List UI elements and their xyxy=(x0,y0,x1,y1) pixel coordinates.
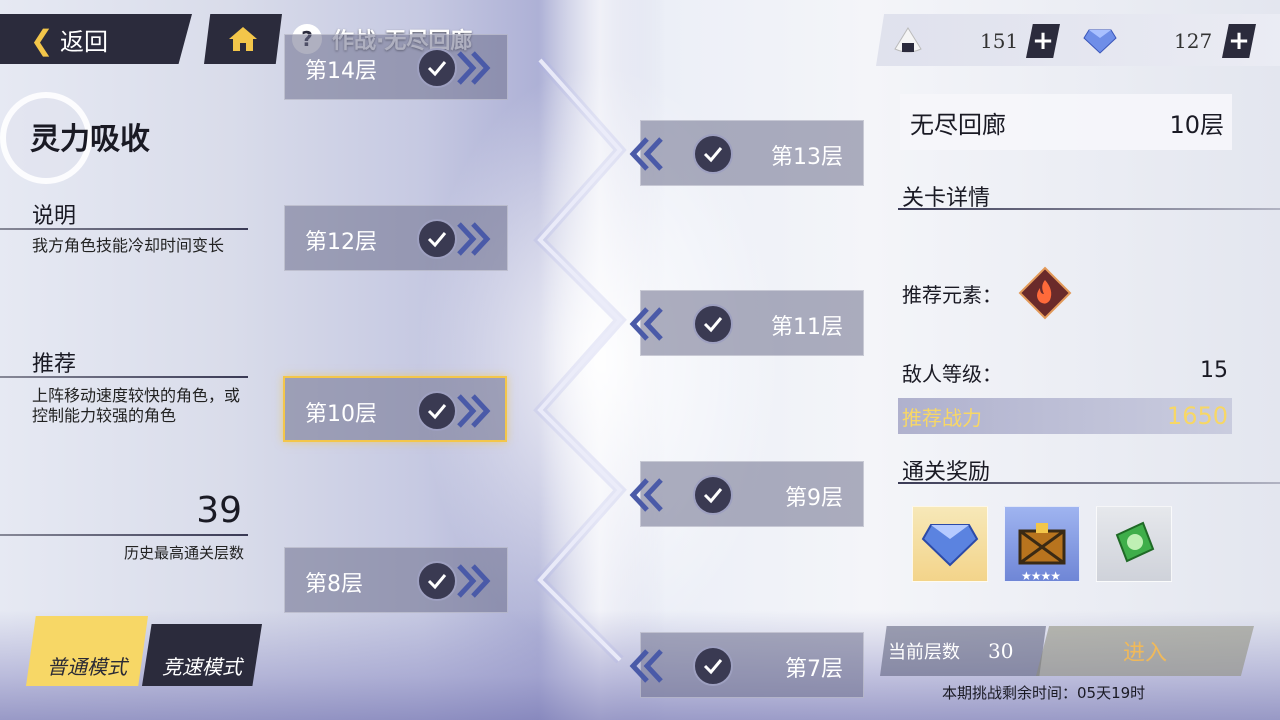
check-icon xyxy=(417,561,457,601)
enemy-level-label: 敌人等级： xyxy=(902,362,1002,386)
floor-label: 第13层 xyxy=(771,145,843,170)
treasure-chest-icon xyxy=(1018,523,1066,565)
add-rice-ball-button[interactable]: + xyxy=(1026,24,1060,58)
back-label: 返回 xyxy=(60,27,108,56)
normal-mode-tab[interactable]: 普通模式 xyxy=(26,616,148,686)
floor-label: 第11层 xyxy=(771,315,843,340)
check-icon xyxy=(693,304,733,344)
double-chevron-left-icon xyxy=(629,307,663,341)
double-chevron-left-icon xyxy=(629,649,663,683)
check-icon xyxy=(417,391,457,431)
enemy-level-value: 15 xyxy=(1200,358,1228,383)
current-floor-box: 当前层数 30 xyxy=(880,626,1046,676)
stage-level-box: 无尽回廊 10层 xyxy=(900,94,1232,150)
normal-mode-label: 普通模式 xyxy=(47,655,127,679)
home-icon xyxy=(229,27,257,51)
reward-item[interactable]: ★★★★ xyxy=(1004,506,1080,583)
double-chevron-right-icon xyxy=(457,51,491,85)
double-chevron-left-icon xyxy=(629,478,663,512)
stage-level: 10层 xyxy=(1169,110,1224,139)
enter-label: 进入 xyxy=(1122,641,1167,666)
resource-rice-ball xyxy=(890,22,926,58)
floor-label: 第12层 xyxy=(305,230,377,255)
check-icon xyxy=(417,219,457,259)
floor-node[interactable]: 第12层 xyxy=(284,205,508,271)
current-floor-label: 当前层数 xyxy=(888,642,960,663)
recommend-heading: 推荐 xyxy=(32,352,77,377)
floor-label: 第10层 xyxy=(305,402,377,427)
current-floor-value: 30 xyxy=(988,639,1014,663)
floor-path-connector xyxy=(533,56,627,664)
element-label: 推荐元素： xyxy=(902,282,1002,307)
floor-node[interactable]: 第11层 xyxy=(629,290,864,356)
recommended-element-row: 推荐元素： xyxy=(902,266,1228,320)
resource-bar: 151 + 127 + xyxy=(876,14,1280,66)
double-chevron-right-icon xyxy=(457,222,491,256)
enter-button[interactable]: 进入 xyxy=(1036,626,1254,676)
double-chevron-left-icon xyxy=(629,137,663,171)
add-crystal-button[interactable]: + xyxy=(1222,24,1256,58)
divider xyxy=(0,376,248,378)
resource-crystal xyxy=(1082,22,1118,58)
back-button[interactable]: ❮ 返回 xyxy=(0,14,192,64)
reward-item[interactable] xyxy=(912,506,988,582)
floor-node[interactable]: 第9层 xyxy=(629,461,864,527)
floor-node[interactable]: 第14层 xyxy=(284,34,508,100)
best-floor-label: 历史最高通关层数 xyxy=(123,544,244,562)
buff-info-panel: 灵力吸收 说明 我方角色技能冷却时间变长 推荐 上阵移动速度较快的角色，或控制能… xyxy=(0,70,270,590)
enter-bar: 当前层数 30 进入 xyxy=(880,626,1254,676)
reward-item[interactable] xyxy=(1096,506,1172,582)
divider xyxy=(0,534,248,536)
recommended-power-row: 推荐战力 1650 xyxy=(898,398,1232,434)
recommend-text: 上阵移动速度较快的角色，或控制能力较强的角色 xyxy=(32,386,241,425)
check-icon xyxy=(693,646,733,686)
double-chevron-right-icon xyxy=(457,394,491,428)
exp-book-icon xyxy=(1115,521,1155,563)
floor-label: 第7层 xyxy=(785,657,843,682)
chevron-left-icon: ❮ xyxy=(30,24,54,57)
speed-mode-tab[interactable]: 竞速模式 xyxy=(142,624,262,686)
double-chevron-right-icon xyxy=(457,564,491,598)
floor-node-selected[interactable]: 第10层 xyxy=(283,376,507,442)
speed-mode-label: 竞速模式 xyxy=(162,655,242,679)
floor-node[interactable]: 第7层 xyxy=(629,632,864,698)
power-label: 推荐战力 xyxy=(902,405,982,430)
description-text: 我方角色技能冷却时间变长 xyxy=(32,236,225,255)
floor-label: 第9层 xyxy=(785,486,843,511)
home-button[interactable] xyxy=(204,14,282,64)
best-floor-value: 39 xyxy=(196,490,242,531)
crystal-count: 127 xyxy=(1174,29,1213,53)
power-value: 1650 xyxy=(1166,402,1228,430)
check-icon xyxy=(693,475,733,515)
stage-detail-panel: 无尽回廊 10层 关卡详情 推荐元素： 敌人等级： 15 推荐战力 1650 通… xyxy=(880,90,1280,720)
floor-label: 第8层 xyxy=(305,572,363,597)
crystal-icon xyxy=(1082,22,1118,58)
buff-title: 灵力吸收 xyxy=(30,122,150,157)
divider xyxy=(0,228,248,230)
floor-node[interactable]: 第13层 xyxy=(629,120,864,186)
reward-stars: ★★★★ xyxy=(1021,569,1061,583)
dungeon-name: 无尽回廊 xyxy=(910,110,1006,139)
divider xyxy=(898,208,1280,210)
divider xyxy=(898,482,1280,484)
enemy-level-row: 敌人等级： 15 xyxy=(902,358,1228,387)
description-heading: 说明 xyxy=(32,204,77,229)
check-icon xyxy=(693,134,733,174)
remaining-time: 本期挑战剩余时间：05天19时 xyxy=(942,684,1146,702)
crystal-reward-icon xyxy=(921,524,979,567)
floor-label: 第14层 xyxy=(305,59,377,84)
floor-node[interactable]: 第8层 xyxy=(284,547,508,613)
check-icon xyxy=(417,48,457,88)
fire-element-icon xyxy=(1018,266,1072,320)
rice-ball-count: 151 xyxy=(980,29,1019,53)
rice-ball-icon xyxy=(890,22,926,58)
